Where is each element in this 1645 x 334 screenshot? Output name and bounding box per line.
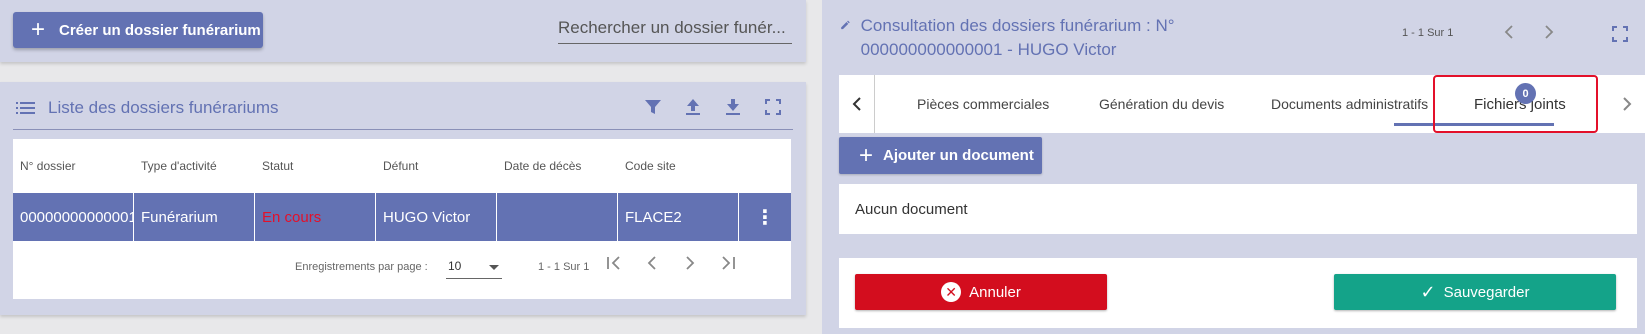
cell-statut: En cours [255, 193, 376, 241]
upload-icon[interactable] [682, 96, 704, 118]
cell-date [497, 193, 618, 241]
list-divider [13, 129, 793, 130]
next-record-icon[interactable] [1542, 22, 1556, 48]
col-header-dossier[interactable]: N° dossier [13, 159, 134, 173]
create-dossier-button[interactable]: + Créer un dossier funérarium [13, 12, 263, 48]
plus-icon: + [31, 16, 46, 43]
add-document-label: Ajouter un document [883, 147, 1034, 164]
pagination: Enregistrements par page : 10 1 - 1 Sur … [13, 247, 791, 287]
col-header-date[interactable]: Date de décès [497, 159, 618, 173]
save-label: Sauvegarder [1443, 283, 1530, 301]
fichiers-count-badge: 0 [1515, 83, 1536, 104]
rows-per-page-value: 10 [448, 259, 462, 273]
more-vert-icon[interactable]: ⋮ [739, 193, 791, 241]
previous-page-icon[interactable] [645, 253, 659, 279]
filter-icon[interactable] [642, 96, 664, 118]
edit-icon [841, 20, 850, 30]
col-header-defunt[interactable]: Défunt [376, 159, 497, 173]
cell-code: FLACE2 [618, 193, 739, 241]
rows-per-page-select[interactable]: 10 [446, 255, 502, 279]
tab-generation-devis[interactable]: Génération du devis [1099, 75, 1224, 133]
fullscreen-icon[interactable] [762, 96, 784, 118]
fullscreen-icon[interactable] [1612, 26, 1628, 47]
table-row[interactable]: 00000000000001 Funérarium En cours HUGO … [13, 193, 791, 241]
tabs-scroll-left-icon[interactable] [839, 75, 875, 133]
list-title: Liste des dossiers funérariums [48, 98, 279, 117]
cell-defunt: HUGO Victor [376, 193, 497, 241]
action-bar: ✕ Annuler ✓ Sauvegarder [839, 258, 1637, 328]
tab-bar: Pièces commerciales Génération du devis … [839, 75, 1645, 133]
download-icon[interactable] [722, 96, 744, 118]
rows-per-page-label: Enregistrements par page : [295, 261, 428, 273]
check-icon: ✓ [1420, 281, 1436, 302]
empty-documents-message: Aucun document [839, 184, 1637, 234]
first-page-icon[interactable] [605, 253, 623, 279]
dossier-list-panel: Liste des dossiers funérariums N° dossie… [0, 82, 806, 315]
col-header-code[interactable]: Code site [618, 159, 739, 173]
create-dossier-label: Créer un dossier funérarium [59, 21, 261, 39]
list-tools [642, 96, 784, 118]
table-header: N° dossier Type d'activité Statut Défunt… [13, 139, 791, 193]
page-range: 1 - 1 Sur 1 [538, 261, 590, 273]
detail-header: Consultation des dossiers funérarium : N… [840, 14, 1200, 62]
last-page-icon[interactable] [719, 253, 737, 279]
cancel-label: Annuler [969, 283, 1021, 301]
search-input[interactable]: Rechercher un dossier funér... [558, 14, 792, 44]
save-button[interactable]: ✓ Sauvegarder [1334, 274, 1616, 310]
active-tab-indicator [1394, 123, 1554, 126]
cell-type: Funérarium [134, 193, 255, 241]
caret-down-icon [489, 265, 499, 270]
list-header: Liste des dossiers funérariums [16, 98, 279, 118]
tabs-scroll-right-icon[interactable] [1609, 75, 1645, 133]
tab-pieces-commerciales[interactable]: Pièces commerciales [917, 75, 1049, 133]
detail-range: 1 - 1 Sur 1 [1402, 27, 1454, 39]
detail-title: Consultation des dossiers funérarium : N… [860, 16, 1175, 59]
dossier-table: N° dossier Type d'activité Statut Défunt… [13, 139, 791, 299]
col-header-statut[interactable]: Statut [255, 159, 376, 173]
previous-record-icon[interactable] [1502, 22, 1516, 48]
plus-icon: + [859, 141, 874, 169]
col-header-type[interactable]: Type d'activité [134, 159, 255, 173]
cancel-icon: ✕ [941, 282, 962, 302]
cancel-button[interactable]: ✕ Annuler [855, 274, 1107, 310]
list-icon [16, 102, 35, 114]
left-toolbar: + Créer un dossier funérarium Rechercher… [0, 0, 806, 62]
add-document-button[interactable]: + Ajouter un document [839, 137, 1042, 174]
next-page-icon[interactable] [683, 253, 697, 279]
detail-panel: Consultation des dossiers funérarium : N… [822, 0, 1645, 334]
cell-dossier: 00000000000001 [13, 193, 134, 241]
